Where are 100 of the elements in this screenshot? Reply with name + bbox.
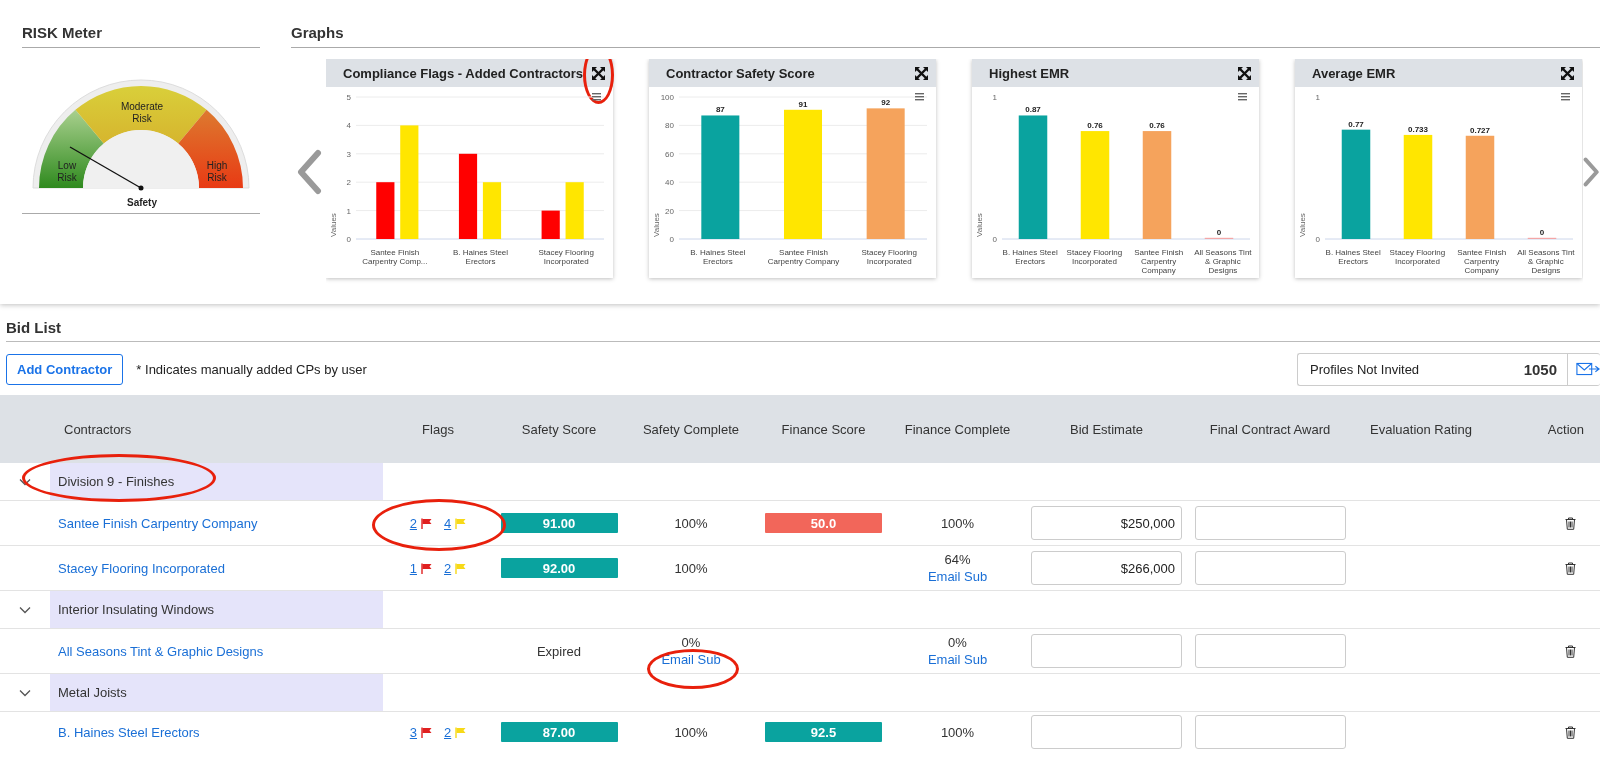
flag-count-link[interactable]: 2 [444, 560, 452, 576]
group-header[interactable]: Interior Insulating Windows [50, 591, 383, 628]
bar [541, 210, 560, 239]
chevron-down-icon[interactable] [19, 688, 31, 697]
percent-text: 100% [674, 560, 708, 576]
percent-text: 100% [940, 515, 975, 531]
category-label: B. Haines Steel Erectors [451, 248, 510, 266]
data-label: 0.87 [1025, 105, 1041, 115]
column-header: Flags [421, 421, 455, 437]
bid-estimate-field[interactable] [1031, 634, 1182, 668]
data-label: 0.76 [1149, 121, 1165, 131]
contract-award-field[interactable] [1194, 715, 1346, 749]
column-header: Safety Complete [641, 421, 741, 437]
trash-icon[interactable] [1565, 644, 1576, 658]
trash-icon[interactable] [1565, 561, 1576, 575]
column-header: Safety Score [520, 421, 598, 437]
group-header[interactable]: Metal Joists [50, 674, 383, 711]
column-header: Finance Score [780, 421, 867, 437]
trash-icon[interactable] [1565, 725, 1576, 739]
bid-estimate-field[interactable] [1031, 715, 1182, 749]
column-header: Final Contract Award [1208, 421, 1332, 437]
flag-count-link[interactable]: 3 [409, 724, 417, 740]
column-header: Bid Estimate [1069, 421, 1144, 437]
bid-estimate-field[interactable]: $250,000 [1031, 506, 1182, 540]
data-label: 0 [1216, 227, 1222, 237]
flag-count-link[interactable]: 2 [444, 724, 452, 740]
chart-title: Highest EMR [989, 65, 1070, 81]
email-sub-link[interactable]: Email Sub [661, 652, 721, 667]
data-label: 0.733 [1408, 124, 1428, 134]
score-badge: 50.0 [765, 513, 882, 533]
add-contractor-button[interactable]: Add Contractor [6, 353, 124, 385]
axis-tick-label: 1 [346, 206, 351, 216]
profiles-label: Profiles Not Invited [1309, 361, 1421, 377]
gauge-zone-label: Low Risk [56, 160, 78, 184]
chart-title: Compliance Flags - Added Contractors [343, 65, 584, 81]
gauge-caption: Safety [126, 197, 158, 208]
category-label: Santee Finish Carpentry Comp... [361, 248, 429, 266]
data-label: 0.77 [1348, 119, 1364, 129]
contract-award-field[interactable] [1194, 634, 1346, 668]
chevron-down-icon[interactable] [19, 605, 31, 614]
flag-count-link[interactable]: 1 [409, 560, 417, 576]
data-label: 0.727 [1470, 125, 1490, 135]
column-header: Finance Complete [903, 421, 1012, 437]
axis-tick-label: 100 [660, 93, 674, 102]
contractor-link[interactable]: Stacey Flooring Incorporated [58, 560, 225, 576]
contractor-link[interactable]: Santee Finish Carpentry Company [58, 515, 258, 531]
category-label: Stacey Flooring Incorporated [1388, 248, 1447, 268]
score-badge: 91.00 [500, 513, 618, 533]
column-header: Evaluation Rating [1369, 421, 1473, 437]
contractor-link[interactable]: All Seasons Tint & Graphic Designs [58, 643, 264, 659]
flag-count-link[interactable]: 4 [444, 515, 452, 531]
axis-tick-label: 0 [1315, 235, 1320, 244]
envelope-arrow-icon[interactable] [1576, 361, 1600, 377]
section-title: Bid List [6, 319, 1600, 342]
data-label: 0 [1539, 227, 1545, 237]
category-label: B. Haines Steel Erectors [1001, 248, 1059, 268]
chevron-left-icon[interactable] [295, 149, 322, 195]
axis-label: Values [975, 213, 984, 237]
gauge-zone-label: Moderate Risk [119, 101, 165, 125]
category-label: All Seasons Tint & Graphic Designs [1516, 248, 1576, 275]
data-label: 91 [798, 99, 808, 109]
email-sub-link[interactable]: Email Sub [927, 652, 988, 667]
chevron-down-icon[interactable] [19, 477, 31, 486]
menu-icon[interactable] [1238, 93, 1247, 101]
bar [376, 182, 395, 239]
menu-icon[interactable] [592, 93, 601, 101]
status-text: Expired [536, 643, 582, 659]
axis-tick-label: 3 [346, 149, 351, 159]
expand-icon[interactable] [592, 66, 605, 80]
axis-label: Values [652, 213, 661, 237]
expand-icon[interactable] [1561, 66, 1574, 80]
email-sub-link[interactable]: Email Sub [927, 569, 988, 584]
percent-text: 64% [944, 552, 971, 567]
category-label: Santee Finish Carpentry Company [1456, 248, 1508, 275]
contract-award-field[interactable] [1194, 551, 1346, 585]
menu-icon[interactable] [915, 93, 924, 101]
expand-icon[interactable] [915, 66, 928, 80]
flag-count-link[interactable]: 2 [409, 515, 417, 531]
axis-tick-label: 1 [992, 93, 997, 102]
score-badge: 92.00 [500, 558, 618, 578]
data-label: 92 [881, 98, 891, 108]
section-title: Graphs [291, 24, 1600, 48]
axis-tick-label: 1 [1315, 93, 1320, 102]
axis-tick-label: 2 [346, 178, 351, 188]
score-badge: 92.5 [765, 722, 882, 742]
bar [565, 182, 584, 239]
axis-tick-label: 0 [669, 235, 674, 244]
expand-icon[interactable] [1238, 66, 1251, 80]
axis-tick-label: 80 [665, 121, 674, 131]
axis-tick-label: 20 [665, 206, 674, 216]
category-label: B. Haines Steel Erectors [689, 248, 747, 266]
contractor-link[interactable]: B. Haines Steel Erectors [58, 724, 200, 740]
contract-award-field[interactable] [1194, 506, 1346, 540]
category-label: B. Haines Steel Erectors [1324, 248, 1382, 268]
group-header[interactable]: Division 9 - Finishes [50, 463, 383, 500]
menu-icon[interactable] [1561, 93, 1570, 101]
percent-text: 100% [940, 724, 975, 740]
trash-icon[interactable] [1565, 516, 1576, 530]
data-label: 87 [715, 105, 725, 115]
bid-estimate-field[interactable]: $266,000 [1031, 551, 1182, 585]
